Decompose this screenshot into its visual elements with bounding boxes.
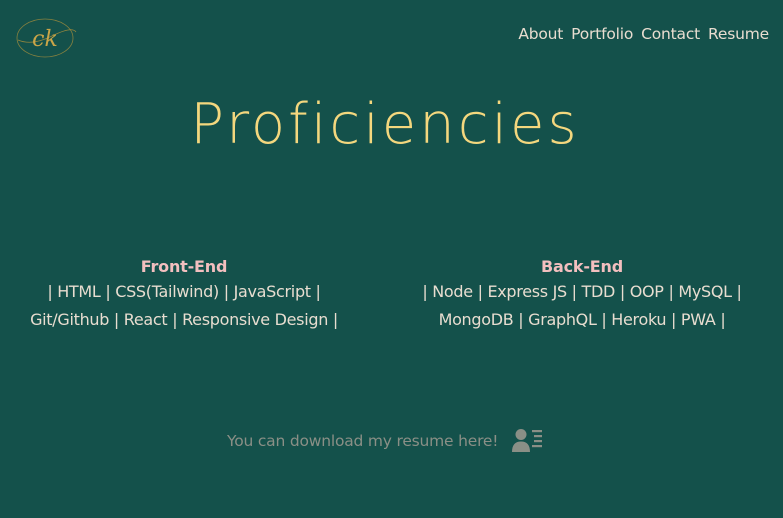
svg-text:ck: ck xyxy=(32,27,58,52)
front-end-heading: Front-End xyxy=(140,257,228,276)
nav-portfolio[interactable]: Portfolio xyxy=(571,25,633,43)
back-end-heading: Back-End xyxy=(541,257,623,276)
nav-contact[interactable]: Contact xyxy=(641,25,700,43)
resume-download: You can download my resume here! xyxy=(227,428,544,454)
resume-download-text: You can download my resume here! xyxy=(227,432,499,450)
front-end-skills-line-2: Git/Github | React | Responsive Design | xyxy=(30,310,338,329)
ck-monogram-logo-icon: ck xyxy=(16,18,77,58)
page-title: Proficiencies xyxy=(190,92,580,157)
back-end-section: Back-End | Node | Express JS | TDD | OOP… xyxy=(395,256,769,334)
front-end-section: Front-End | HTML | CSS(Tailwind) | JavaS… xyxy=(0,256,368,334)
top-nav: About Portfolio Contact Resume xyxy=(518,25,769,43)
back-end-skills-line-1: | Node | Express JS | TDD | OOP | MySQL … xyxy=(422,282,742,301)
logo[interactable]: ck xyxy=(12,16,78,60)
front-end-skills-line-1: | HTML | CSS(Tailwind) | JavaScript | xyxy=(47,282,321,301)
back-end-skills-line-2: MongoDB | GraphQL | Heroku | PWA | xyxy=(438,310,726,329)
nav-about[interactable]: About xyxy=(518,25,563,43)
resume-icon[interactable] xyxy=(512,428,544,454)
nav-resume[interactable]: Resume xyxy=(708,25,769,43)
